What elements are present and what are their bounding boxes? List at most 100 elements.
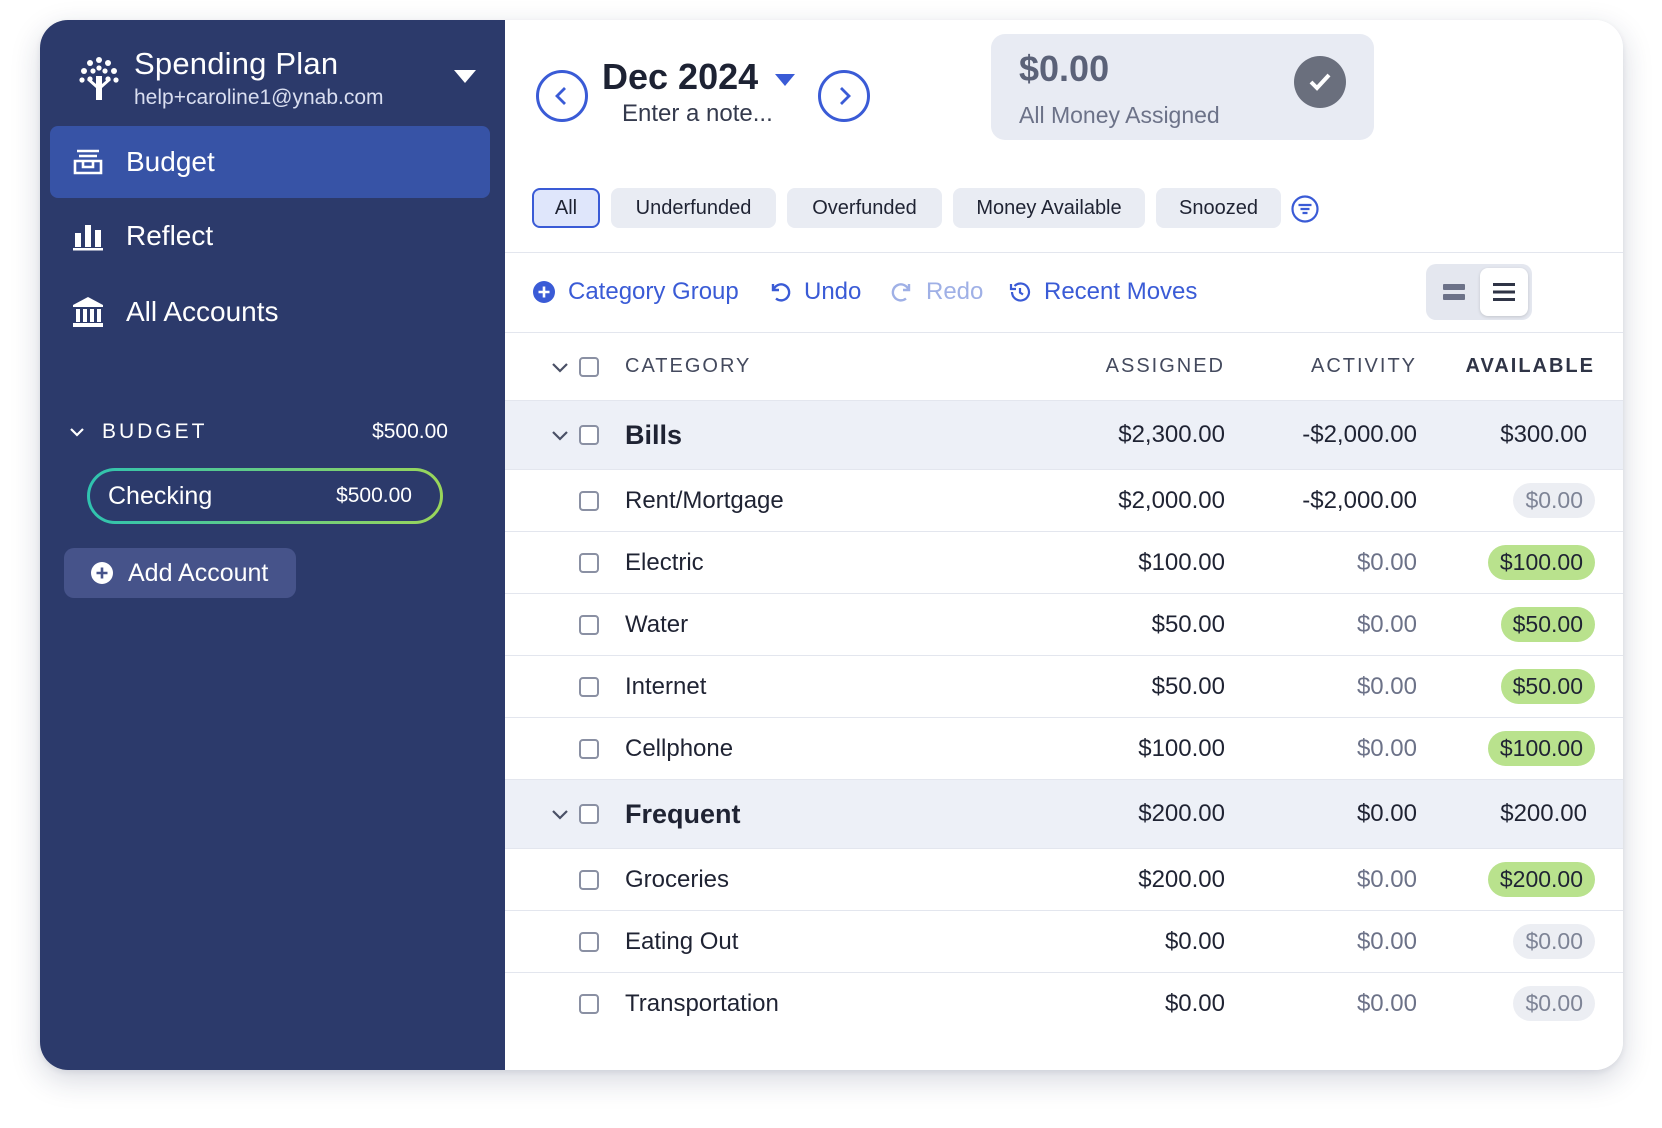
row-checkbox[interactable] [579,738,599,759]
nav-label-reflect: Reflect [126,220,214,251]
budget-icon [68,142,108,182]
redo-button[interactable]: Redo [890,274,983,310]
table-row[interactable]: Water $50.00 $0.00 $50.00 [505,593,1623,655]
category-name[interactable]: Rent/Mortgage [617,487,1049,515]
table-row[interactable]: Groceries $200.00 $0.00 $200.00 [505,848,1623,910]
checkbox-cell [579,869,617,890]
table-row[interactable]: Eating Out $0.00 $0.00 $0.00 [505,910,1623,972]
budget-table: CATEGORY ASSIGNED ACTIVITY AVAILABLE Bil… [505,332,1623,1034]
assigned-amount[interactable]: $2,000.00 [1049,487,1225,515]
assigned-amount[interactable]: $100.00 [1049,549,1225,577]
budget-section-header[interactable]: BUDGET $500.00 [68,414,448,450]
table-row[interactable]: Internet $50.00 $0.00 $50.00 [505,655,1623,717]
row-checkbox[interactable] [579,931,599,952]
table-row[interactable]: Transportation $0.00 $0.00 $0.00 [505,972,1623,1034]
category-name[interactable]: Water [617,611,1049,639]
activity-amount: $0.00 [1356,800,1417,827]
row-checkbox[interactable] [579,614,599,635]
prev-month-button[interactable] [536,70,588,122]
available-cell: $50.00 [1417,669,1623,704]
row-checkbox[interactable] [579,993,599,1014]
assigned-amount[interactable]: $100.00 [1049,735,1225,763]
table-row[interactable]: Cellphone $100.00 $0.00 $100.00 [505,717,1623,779]
group-name[interactable]: Bills [617,420,1049,451]
category-name[interactable]: Eating Out [617,928,1049,956]
app-window: Spending Plan help+caroline1@ynab.com Bu… [40,20,1623,1070]
filter-settings-icon[interactable] [1290,194,1320,224]
assigned-amount[interactable]: $50.00 [1049,673,1225,701]
filter-money-available[interactable]: Money Available [953,188,1145,228]
available-amount[interactable]: $50.00 [1500,607,1595,642]
available-amount[interactable]: $100.00 [1487,545,1595,580]
nav-item-reflect[interactable]: Reflect [50,200,490,272]
add-category-group-button[interactable]: Category Group [532,274,739,310]
activity-amount: $0.00 [1356,548,1417,576]
comfortable-view-button[interactable] [1430,268,1478,316]
column-header-activity: ACTIVITY [1310,355,1417,377]
filter-all[interactable]: All [532,188,600,228]
category-group-row[interactable]: Bills $2,300.00 -$2,000.00 $300.00 [505,400,1623,469]
select-all-checkbox[interactable] [579,356,599,377]
row-checkbox[interactable] [579,804,599,824]
nav-item-budget[interactable]: Budget [50,126,490,198]
nav-item-all-accounts[interactable]: All Accounts [50,276,490,348]
assigned-amount[interactable]: $200.00 [1049,866,1225,894]
group-name[interactable]: Frequent [617,799,1049,830]
available-amount[interactable]: $200.00 [1500,800,1587,828]
available-cell: $200.00 [1417,862,1623,897]
group-collapse-toggle[interactable] [505,424,579,446]
checkmark-icon [1294,56,1346,108]
rows-icon [1443,284,1465,300]
month-label[interactable]: Dec 2024 [602,56,758,98]
available-amount[interactable]: $0.00 [1513,924,1595,959]
plus-circle-icon [91,562,113,584]
recent-moves-button[interactable]: Recent Moves [1008,274,1197,310]
row-checkbox[interactable] [579,869,599,890]
caret-down-icon[interactable] [775,74,795,86]
filter-label: Overfunded [812,196,917,219]
plan-switcher[interactable]: Spending Plan help+caroline1@ynab.com [76,46,476,116]
assigned-summary-card: $0.00 All Money Assigned [991,34,1374,140]
available-amount[interactable]: $0.00 [1513,483,1595,518]
group-collapse-toggle[interactable] [505,803,579,825]
month-note[interactable]: Enter a note... [622,100,773,128]
category-name[interactable]: Cellphone [617,735,1049,763]
collapse-all-toggle[interactable] [505,356,579,378]
add-account-button[interactable]: Add Account [64,548,296,598]
assigned-amount[interactable]: $50.00 [1049,611,1225,639]
available-cell: $200.00 [1417,800,1623,828]
filter-overfunded[interactable]: Overfunded [787,188,942,228]
undo-button[interactable]: Undo [768,274,861,310]
chevron-down-icon [70,428,84,437]
row-checkbox[interactable] [579,490,599,511]
checkbox-cell [579,738,617,759]
row-checkbox[interactable] [579,425,599,445]
compact-view-button[interactable] [1480,268,1528,316]
assigned-amount[interactable]: $0.00 [1049,928,1225,956]
category-name[interactable]: Electric [617,549,1049,577]
available-amount[interactable]: $0.00 [1513,986,1595,1021]
category-name[interactable]: Internet [617,673,1049,701]
available-amount[interactable]: $200.00 [1487,862,1595,897]
tree-logo-icon [79,57,119,100]
filter-underfunded[interactable]: Underfunded [611,188,776,228]
row-checkbox[interactable] [579,676,599,697]
table-row[interactable]: Rent/Mortgage $2,000.00 -$2,000.00 $0.00 [505,469,1623,531]
chevron-down-icon [552,810,568,820]
available-amount[interactable]: $300.00 [1500,421,1587,449]
available-amount[interactable]: $50.00 [1500,669,1595,704]
available-amount[interactable]: $100.00 [1487,731,1595,766]
next-month-button[interactable] [818,70,870,122]
category-name[interactable]: Transportation [617,990,1049,1018]
table-row[interactable]: Electric $100.00 $0.00 $100.00 [505,531,1623,593]
account-checking[interactable]: Checking $500.00 [87,468,443,524]
caret-down-icon[interactable] [454,70,476,83]
row-checkbox[interactable] [579,552,599,573]
assigned-amount[interactable]: $0.00 [1049,990,1225,1018]
column-header-category[interactable]: CATEGORY [617,355,1049,378]
category-name[interactable]: Groceries [617,866,1049,894]
category-group-row[interactable]: Frequent $200.00 $0.00 $200.00 [505,779,1623,848]
available-cell: $100.00 [1417,731,1623,766]
filter-snoozed[interactable]: Snoozed [1156,188,1281,228]
column-header-available: AVAILABLE [1417,355,1623,378]
